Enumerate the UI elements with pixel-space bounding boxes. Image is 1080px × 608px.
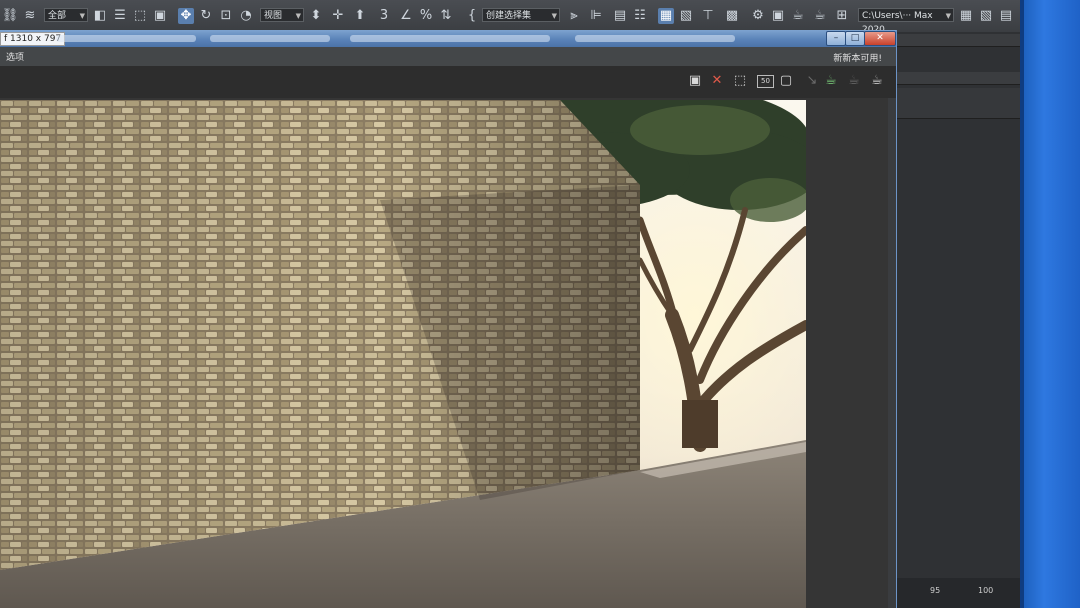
project-settings-icon[interactable]: ▤: [998, 8, 1014, 24]
selection-filter-value: 全部: [48, 11, 67, 21]
pick-icon[interactable]: ↘: [803, 72, 821, 90]
timeline-tick: 95: [930, 586, 941, 595]
timeline-tick: 100: [978, 586, 994, 595]
save-image-icon[interactable]: ▣: [686, 72, 704, 90]
move-icon[interactable]: ✥: [178, 8, 194, 24]
zoom-level-icon[interactable]: 50: [757, 75, 774, 88]
minimize-button[interactable]: –: [826, 31, 846, 46]
schematic-icon[interactable]: ⊤: [700, 8, 716, 24]
render-active-icon[interactable]: ☕: [812, 8, 828, 24]
update-notice[interactable]: 新新本可用!: [833, 51, 882, 64]
menu-bar: 选项 新新本可用!: [0, 47, 896, 67]
command-panel-tab-bar: [896, 34, 1020, 47]
clear-icon[interactable]: ✕: [708, 72, 726, 90]
timeline[interactable]: 95 100: [896, 578, 1020, 608]
teapot-icon[interactable]: ☕: [868, 72, 886, 90]
region-icon[interactable]: ⬚: [731, 72, 749, 90]
select-manipulate-icon[interactable]: ✛: [330, 8, 346, 24]
render-icon[interactable]: ☕: [790, 8, 806, 24]
pivot-icon[interactable]: ⬍: [308, 8, 324, 24]
named-selection-value: 创建选择集: [486, 11, 532, 21]
selection-filter-dropdown[interactable]: 全部 ▼: [44, 8, 88, 22]
title-bar-blurred: [575, 35, 735, 42]
menu-options[interactable]: 选项: [6, 50, 24, 63]
curve-editor-icon[interactable]: ▧: [678, 8, 694, 24]
title-bar-blurred: [350, 35, 550, 42]
vertical-scrollbar[interactable]: [888, 98, 896, 608]
layer-icon[interactable]: ☷: [632, 8, 648, 24]
reference-coord-dropdown[interactable]: 视图 ▼: [260, 8, 304, 22]
spinner-snap-icon[interactable]: ⇅: [438, 8, 454, 24]
project-path-dropdown[interactable]: C:\Users\··· Max 2020▼: [858, 8, 954, 35]
viewport-layout-icon[interactable]: ⊞: [834, 8, 850, 24]
scale-icon[interactable]: ⊡: [218, 8, 234, 24]
rect-region-icon[interactable]: ⬚: [132, 8, 148, 24]
angle-snap-icon[interactable]: ∠: [398, 8, 414, 24]
rendered-scene-image: [0, 100, 806, 608]
desktop-background: [1020, 0, 1080, 608]
maximize-button[interactable]: □: [845, 31, 865, 46]
rotate-icon[interactable]: ↻: [198, 8, 214, 24]
link-icon[interactable]: ⛓: [2, 8, 19, 24]
display-icon[interactable]: ▢: [777, 72, 795, 90]
render-frame-window: f 1310 x 797 – □ ✕ 选项 新新本可用! ▣ ✕ ⬚ 50 ▢ …: [0, 30, 897, 608]
edit-named-selection-icon[interactable]: {: [464, 8, 480, 24]
render-toolbar: ▣ ✕ ⬚ 50 ▢ ↘ ☕ ☕ ☕: [0, 66, 896, 98]
select-icon[interactable]: ◧: [92, 8, 108, 24]
render-setup-icon[interactable]: ⚙: [750, 8, 766, 24]
command-panel-header: [896, 72, 1020, 85]
render-frame-icon[interactable]: ▣: [770, 8, 786, 24]
project-folder-icon[interactable]: ▦: [958, 8, 974, 24]
named-selection-dropdown[interactable]: 创建选择集 ▼: [482, 8, 560, 22]
ribbon-icon[interactable]: ▦: [658, 8, 674, 24]
render-again-icon[interactable]: ☕: [822, 72, 840, 90]
command-panel: 95 100: [896, 32, 1020, 608]
command-panel-rollout: [896, 88, 1020, 119]
render-image-area: [0, 98, 896, 608]
mirror-icon[interactable]: ⫸: [566, 8, 582, 24]
select-by-name-icon[interactable]: ☰: [112, 8, 128, 24]
place-icon[interactable]: ◔: [238, 8, 254, 24]
bind-icon[interactable]: ≋: [22, 8, 38, 24]
title-bar-blurred: [56, 35, 196, 42]
close-button[interactable]: ✕: [864, 31, 896, 46]
percent-snap-icon[interactable]: %: [418, 8, 434, 24]
window-crossing-icon[interactable]: ▣: [152, 8, 168, 24]
main-toolbar: ⛓ ≋ 全部 ▼ ◧ ☰ ⬚ ▣ ✥ ↻ ⊡ ◔ 视图 ▼ ⬍ ✛ ⬆ 3 ∠ % …: [0, 0, 1020, 35]
iterative-render-icon[interactable]: ☕: [845, 72, 863, 90]
scene-explorer-icon[interactable]: ▤: [612, 8, 628, 24]
snap-3d-icon[interactable]: 3: [376, 8, 392, 24]
align-icon[interactable]: ⊫: [588, 8, 604, 24]
reference-coord-value: 视图: [264, 11, 283, 21]
set-project-icon[interactable]: ▧: [978, 8, 994, 24]
title-bar-blurred: [210, 35, 330, 42]
title-bar[interactable]: f 1310 x 797 – □ ✕: [0, 30, 896, 47]
material-editor-icon[interactable]: ▩: [724, 8, 740, 24]
keyboard-shortcut-icon[interactable]: ⬆: [352, 8, 368, 24]
